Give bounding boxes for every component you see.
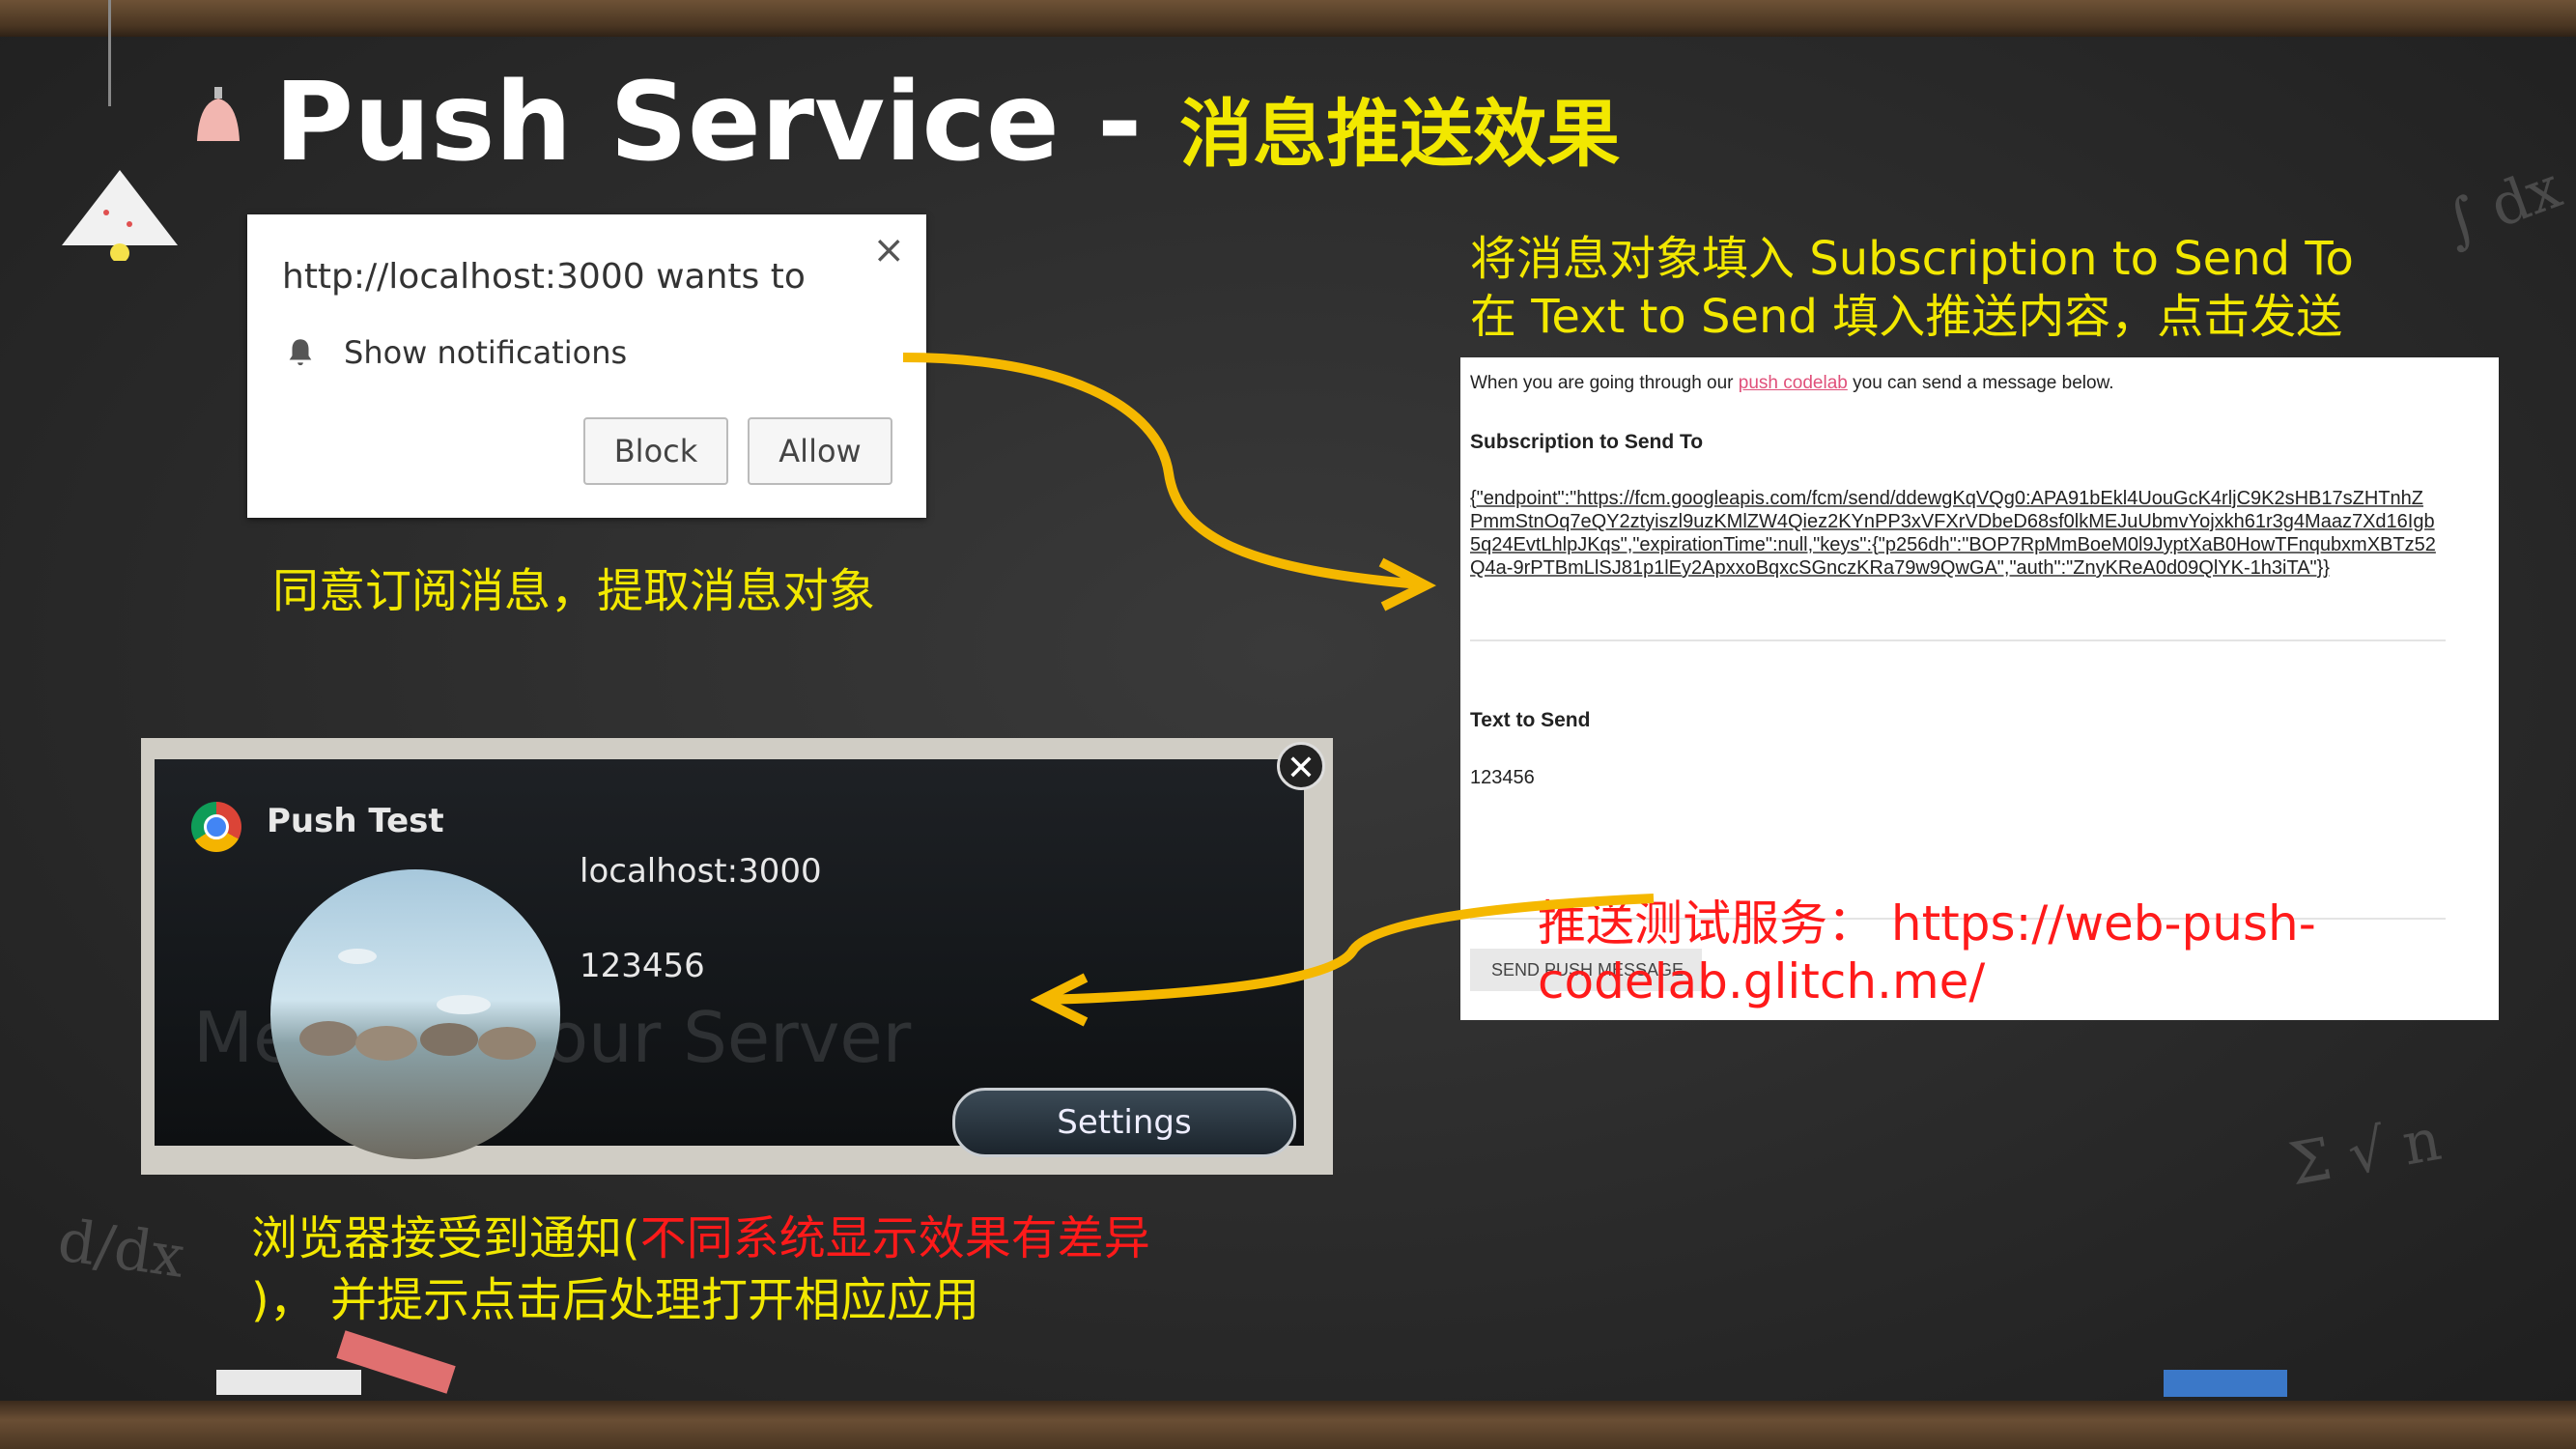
text-to-send-label: Text to Send: [1470, 709, 1591, 731]
pebbles-image: [299, 949, 536, 1061]
slide-title-sub: 消息推送效果: [1179, 91, 1621, 177]
textarea-border: [1470, 639, 2446, 641]
caption-receive-red: 不同系统显示效果有差异: [639, 1211, 1150, 1265]
notification-settings-button[interactable]: Settings: [952, 1088, 1296, 1157]
wooden-frame-top: [0, 0, 2576, 37]
caption-receive: 浏览器接受到通知(不同系统显示效果有差异 )， 并提示点击后处理打开相应应用: [251, 1208, 1150, 1331]
allow-button[interactable]: Allow: [748, 417, 892, 485]
push-codelab-link[interactable]: push codelab: [1739, 373, 1848, 393]
caption-receive-part-b: )， 并提示点击后处理打开相应应用: [251, 1273, 979, 1327]
notification-panel: Me From Your Server Push Test localhost:…: [155, 759, 1304, 1159]
instruction-line-1: 将消息对象填入 Subscription to Send To: [1470, 232, 2354, 286]
instruction-line-2: 在 Text to Send 填入推送内容，点击发送: [1470, 290, 2343, 344]
push-notification-screenshot: Me From Your Server Push Test localhost:…: [141, 738, 1333, 1175]
slide-title: Push Service - 消息推送效果: [274, 60, 1620, 197]
caption-subscribe: 同意订阅消息，提取消息对象: [272, 564, 876, 618]
permission-origin-text: http://localhost:3000 wants to: [282, 257, 806, 297]
caption-receive-line-2: )， 并提示点击后处理打开相应应用: [251, 1269, 1150, 1331]
subscription-textarea[interactable]: {"endpoint":"https://fcm.googleapis.com/…: [1470, 487, 2436, 580]
push-test-service-link[interactable]: 推送测试服务： https://web-push-codelab.glitch.…: [1538, 895, 2407, 1010]
small-lamp-icon: [197, 87, 240, 141]
chalk-scribble: ∫ dx: [2435, 154, 2570, 258]
notification-image: [270, 869, 560, 1159]
form-intro: When you are going through our push code…: [1470, 373, 2114, 394]
slide-title-main: Push Service -: [274, 60, 1180, 185]
notification-body: 123456: [580, 947, 705, 985]
form-intro-suffix: you can send a message below.: [1847, 373, 2114, 393]
permission-label: Show notifications: [344, 334, 628, 371]
wooden-frame-bottom: [0, 1401, 2576, 1449]
chalk-blue: [2164, 1370, 2287, 1397]
chrome-icon: [191, 802, 241, 852]
ceiling-lamp-icon: [62, 170, 178, 261]
chalk-scribble: Σ √ n: [2284, 1105, 2447, 1200]
form-intro-prefix: When you are going through our: [1470, 373, 1739, 393]
chalk-white: [216, 1370, 361, 1395]
bell-icon: [289, 339, 312, 366]
caption-receive-part-a: 浏览器接受到通知(: [251, 1211, 640, 1265]
notification-close-icon[interactable]: ✕: [1277, 742, 1325, 790]
notification-permission-popup: × http://localhost:3000 wants to Show no…: [247, 214, 926, 518]
text-to-send-textarea[interactable]: 123456: [1470, 767, 1535, 789]
close-icon[interactable]: ×: [872, 228, 905, 272]
subscription-label: Subscription to Send To: [1470, 431, 1704, 453]
notification-host: localhost:3000: [580, 852, 822, 891]
notification-title: Push Test: [267, 802, 444, 840]
chalk-scribble: d/dx: [53, 1207, 189, 1292]
caption-receive-line-1: 浏览器接受到通知(不同系统显示效果有差异: [251, 1208, 1150, 1269]
block-button[interactable]: Block: [583, 417, 728, 485]
